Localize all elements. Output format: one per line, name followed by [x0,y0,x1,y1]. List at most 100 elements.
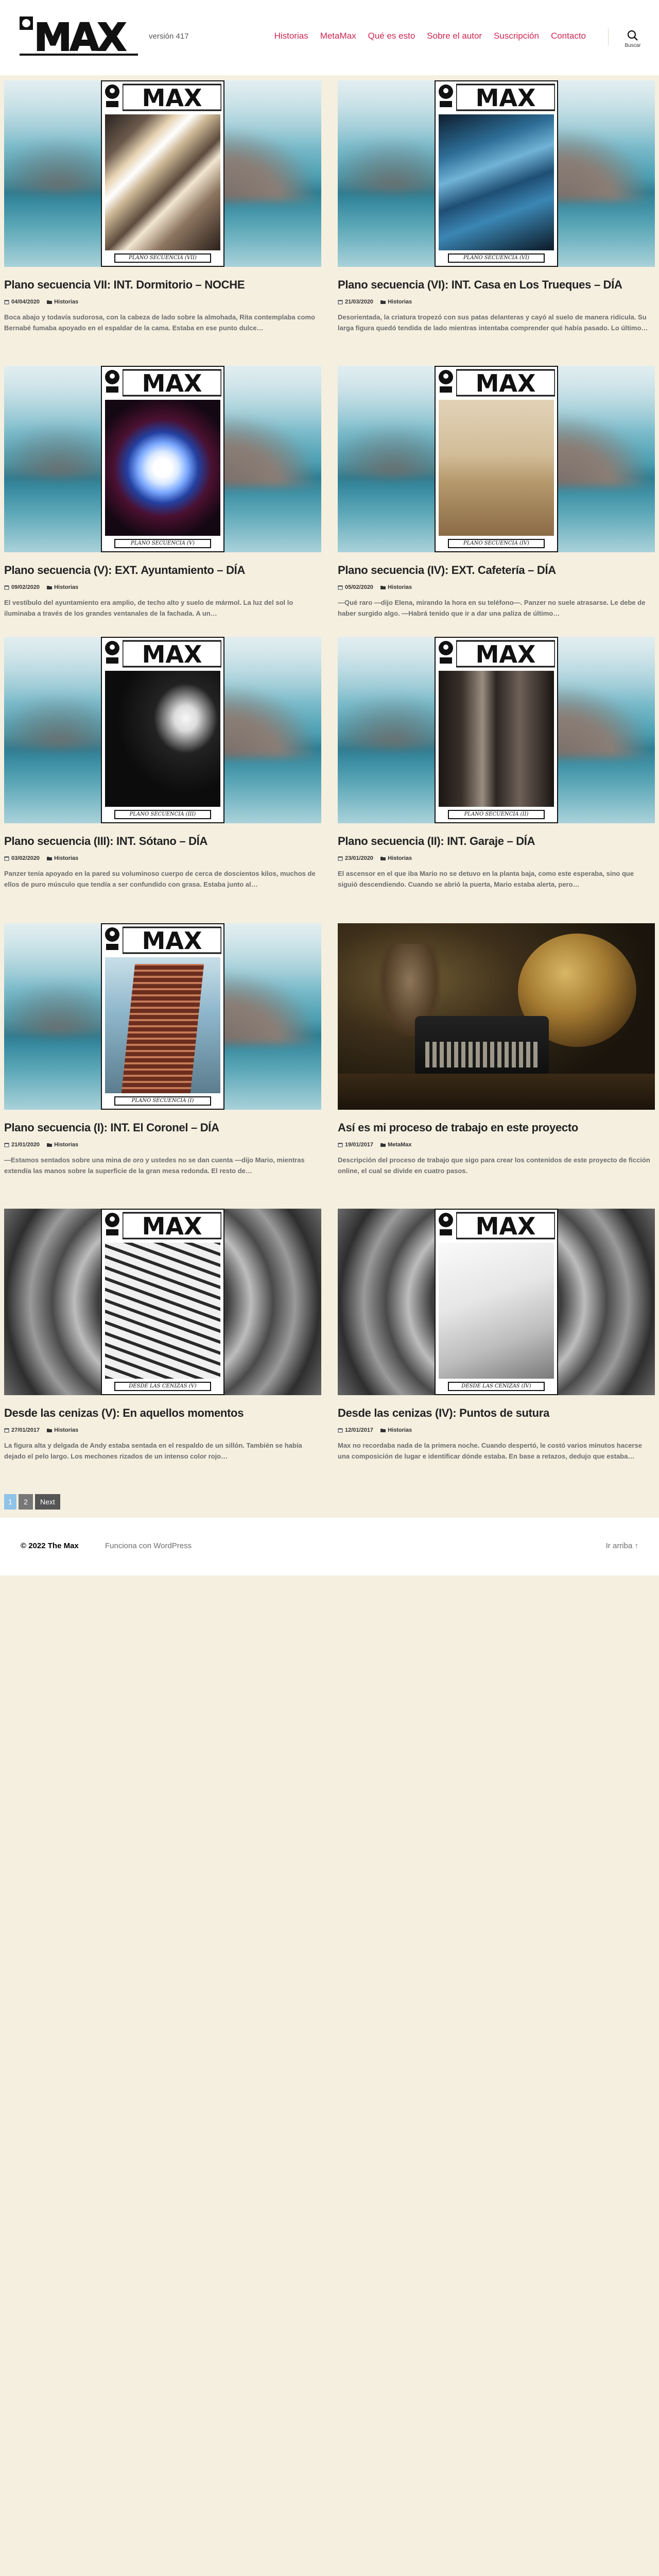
cover-caption: DESDE LAS CENIZAS (V) [114,1382,211,1391]
post-category[interactable]: Historias [380,584,412,590]
post-category[interactable]: Historias [380,299,412,305]
comic-cover: MAX PLANO SECUENCIA (I) [101,923,224,1110]
footer-copyright[interactable]: © 2022 The Max [21,1541,79,1550]
post-thumbnail[interactable]: MAX PLANO SECUENCIA (VII) [4,80,321,267]
post-thumbnail[interactable] [338,923,655,1110]
post-date[interactable]: 21/03/2020 [338,299,373,305]
cover-logo-icon: MAX [123,1212,221,1240]
post-date[interactable]: 21/01/2020 [4,1142,40,1148]
post-date[interactable]: 09/02/2020 [4,584,40,590]
post-meta: 05/02/2020 Historias [338,584,655,590]
pagination-next[interactable]: Next [35,1494,60,1510]
post-thumbnail[interactable]: MAX PLANO SECUENCIA (I) [4,923,321,1110]
folder-icon [47,1143,53,1147]
post-date-text: 05/02/2020 [345,584,374,591]
post-meta: 27/01/2017 Historias [4,1427,321,1433]
post-title[interactable]: Plano secuencia (I): INT. El Coronel – D… [4,1121,321,1134]
nav-item-historias[interactable]: Historias [274,31,308,41]
post-date[interactable]: 27/01/2017 [4,1427,40,1433]
comic-cover: MAX DESDE LAS CENIZAS (V) [101,1209,224,1395]
nav-item-contacto[interactable]: Contacto [551,31,586,41]
post-meta: 12/01/2017 Historias [338,1427,655,1433]
post-title[interactable]: Plano secuencia (IV): EXT. Cafetería – D… [338,564,655,577]
comic-cover: MAX PLANO SECUENCIA (III) [101,637,224,823]
post-title[interactable]: Desde las cenizas (IV): Puntos de sutura [338,1406,655,1420]
nav-item-suscripcion[interactable]: Suscripción [494,31,539,41]
cover-logo-icon: MAX [456,640,555,668]
post-category[interactable]: Historias [47,1427,78,1433]
post-title[interactable]: Así es mi proceso de trabajo en este pro… [338,1121,655,1134]
post-date[interactable]: 05/02/2020 [338,584,373,590]
calendar-icon [4,856,9,861]
post-category[interactable]: MetaMax [380,1142,412,1148]
post-category[interactable]: Historias [47,299,78,305]
post-category-text: Historias [54,1427,79,1434]
post-date[interactable]: 04/04/2020 [4,299,40,305]
cover-logo-icon: MAX [123,83,221,112]
cover-art [105,400,220,536]
calendar-icon [338,300,343,304]
cover-art [105,671,220,807]
search-toggle-button[interactable]: Buscar [620,30,645,48]
post-date[interactable]: 12/01/2017 [338,1427,373,1433]
search-toggle-label: Buscar [625,43,641,48]
post-thumbnail[interactable]: MAX PLANO SECUENCIA (IV) [338,366,655,552]
post-thumbnail[interactable]: MAX DESDE LAS CENIZAS (V) [4,1209,321,1395]
post-category[interactable]: Historias [380,1427,412,1433]
cover-logo-icon: MAX [456,83,555,112]
post-title[interactable]: Plano secuencia (V): EXT. Ayuntamiento –… [4,564,321,577]
post-thumbnail[interactable]: MAX PLANO SECUENCIA (VI) [338,80,655,267]
post-thumbnail[interactable]: MAX DESDE LAS CENIZAS (IV) [338,1209,655,1395]
post-thumbnail[interactable]: MAX PLANO SECUENCIA (II) [338,637,655,823]
nav-item-que-es-esto[interactable]: Qué es esto [368,31,415,41]
svg-text:MAX: MAX [34,15,126,59]
post-category[interactable]: Historias [47,855,78,861]
post-title[interactable]: Desde las cenizas (V): En aquellos momen… [4,1406,321,1420]
post-excerpt: Panzer tenía apoyado en la pared su volu… [4,870,316,888]
post-date[interactable]: 03/02/2020 [4,855,40,861]
post-title[interactable]: Plano secuencia (VI): INT. Casa en Los T… [338,278,655,292]
svg-text:MAX: MAX [142,640,202,668]
footer-powered-by[interactable]: Funciona con WordPress [105,1541,192,1550]
site-header: MAX versión 417 Historias MetaMax Qué es… [0,0,659,75]
post-category-text: Historias [388,1427,412,1434]
calendar-icon [338,585,343,590]
nav-divider [608,28,609,46]
post-category[interactable]: Historias [380,855,412,861]
post-date-text: 23/01/2020 [345,855,374,862]
pagination-page-2[interactable]: 2 [19,1494,33,1510]
cover-logo-icon: MAX [123,369,221,397]
post-title[interactable]: Plano secuencia VII: INT. Dormitorio – N… [4,278,321,292]
post-meta: 04/04/2020 Historias [4,299,321,305]
post-card: MAX PLANO SECUENCIA (IV) Plano secuencia (… [338,366,655,619]
post-thumbnail[interactable]: MAX PLANO SECUENCIA (V) [4,366,321,552]
folder-icon [380,1143,386,1147]
post-thumbnail[interactable]: MAX PLANO SECUENCIA (III) [4,637,321,823]
post-category-text: Historias [54,584,79,591]
pagination-current[interactable]: 1 [4,1494,16,1510]
calendar-icon [4,300,9,304]
back-to-top-link[interactable]: Ir arriba ↑ [606,1541,638,1550]
site-logo[interactable]: MAX [20,15,138,60]
post-date[interactable]: 19/01/2017 [338,1142,373,1148]
post-title[interactable]: Plano secuencia (III): INT. Sótano – DÍA [4,835,321,848]
calendar-icon [4,1143,9,1147]
calendar-icon [4,1428,9,1433]
post-card: MAX PLANO SECUENCIA (VII) Plano secuencia … [4,80,321,333]
post-excerpt: —Estamos sentados sobre una mina de oro … [4,1156,305,1175]
post-date[interactable]: 23/01/2020 [338,855,373,861]
post-title[interactable]: Plano secuencia (II): INT. Garaje – DÍA [338,835,655,848]
post-category-text: MetaMax [388,1142,412,1148]
nav-item-sobre-el-autor[interactable]: Sobre el autor [427,31,482,41]
svg-text:MAX: MAX [476,1212,536,1240]
post-category[interactable]: Historias [47,584,78,590]
cover-caption: PLANO SECUENCIA (VII) [114,253,211,263]
post-excerpt: El ascensor en el que iba Mario no se de… [338,870,634,888]
post-card: Así es mi proceso de trabajo en este pro… [338,923,655,1176]
post-category[interactable]: Historias [47,1142,78,1148]
folder-icon [380,586,386,590]
cover-logo-icon: MAX [123,926,221,955]
post-date-text: 21/01/2020 [11,1142,40,1148]
nav-item-metamax[interactable]: MetaMax [320,31,356,41]
post-excerpt: —Qué raro —dijo Elena, mirando la hora e… [338,599,646,617]
